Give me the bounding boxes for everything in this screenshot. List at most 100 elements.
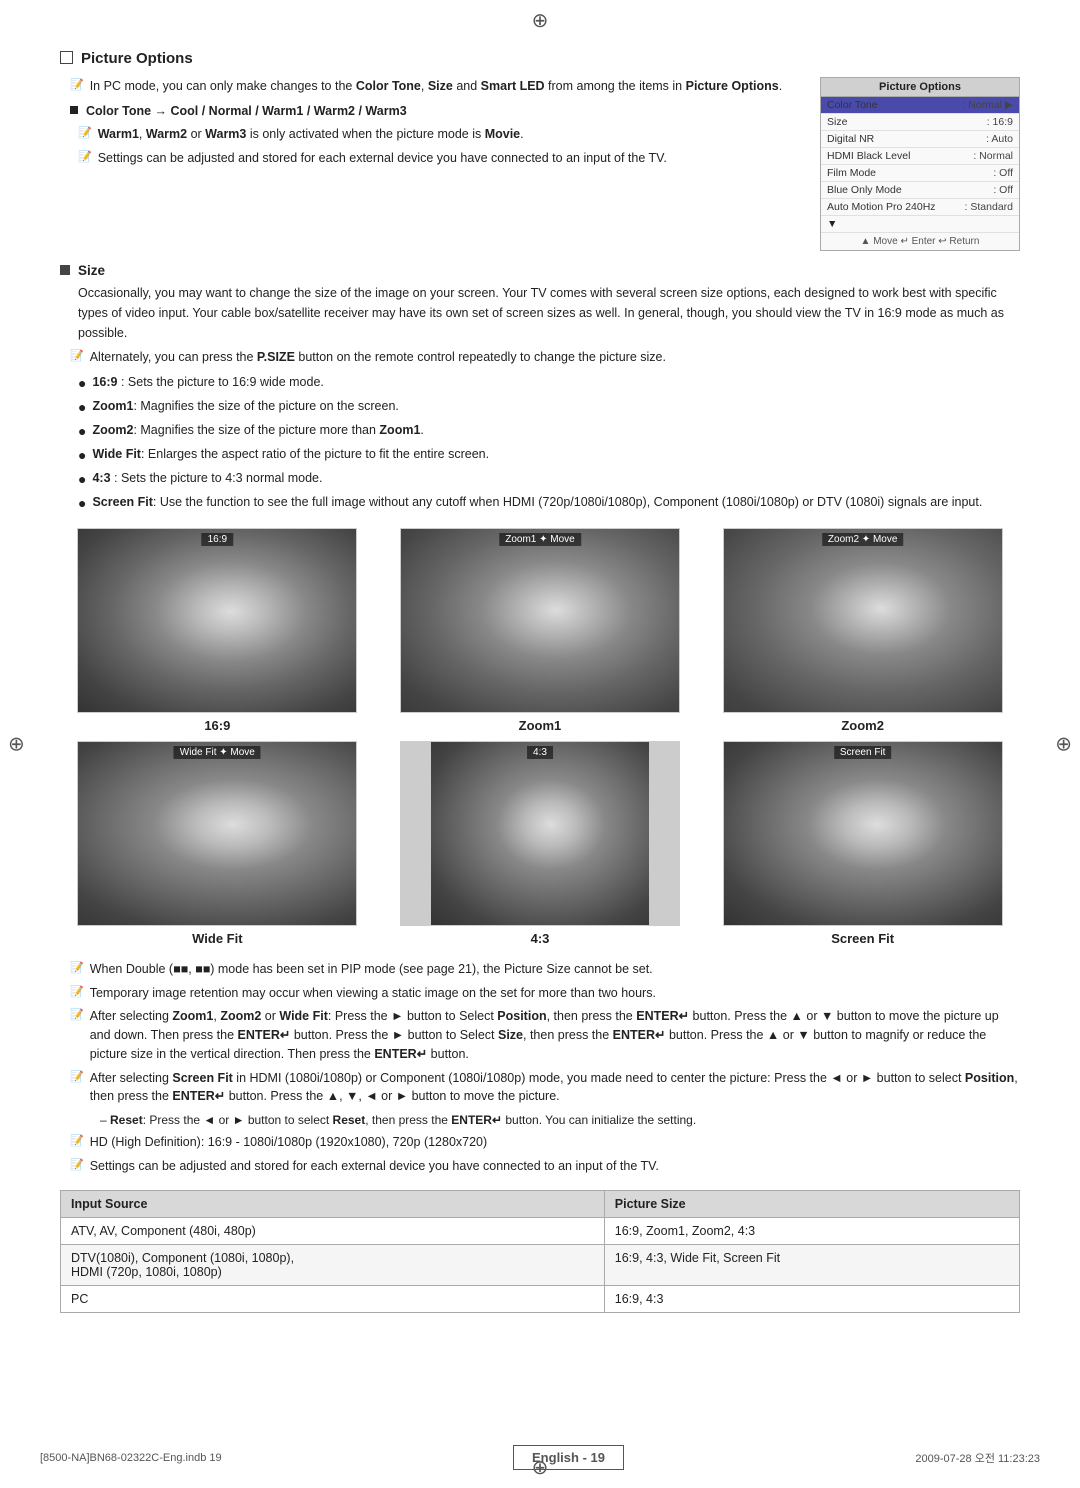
image-cell-43: 4:3 4:3 xyxy=(383,741,698,946)
bullet-text-4: 4:3 : Sets the picture to 4:3 normal mod… xyxy=(92,469,322,488)
image-overlay-screenfit: Screen Fit xyxy=(834,746,892,759)
post-note-icon-1: 📝 xyxy=(70,961,84,974)
image-frame-widefit: Wide Fit ✦ Move xyxy=(77,741,357,926)
note-row-2: 📝 Warm1, Warm2 or Warm3 is only activate… xyxy=(60,125,800,144)
image-overlay-43: 4:3 xyxy=(527,746,553,759)
post-note-3: 📝 After selecting Zoom1, Zoom2 or Wide F… xyxy=(60,1007,1020,1063)
table-row-0: ATV, AV, Component (480i, 480p) 16:9, Zo… xyxy=(61,1217,1020,1244)
options-box-title: Picture Options xyxy=(821,78,1019,97)
options-key-2: Digital NR xyxy=(827,133,874,145)
table-header-size: Picture Size xyxy=(604,1190,1019,1217)
footer-page: English - 19 xyxy=(513,1445,624,1470)
post-note-text-4: After selecting Screen Fit in HDMI (1080… xyxy=(90,1069,1020,1107)
image-overlay-widefit: Wide Fit ✦ Move xyxy=(174,746,261,759)
options-val-2: : Auto xyxy=(986,133,1013,145)
image-cell-169: 16:9 16:9 xyxy=(60,528,375,733)
options-row-auto-motion: Auto Motion Pro 240Hz : Standard xyxy=(821,199,1019,216)
bullet-widefit: ● Wide Fit: Enlarges the aspect ratio of… xyxy=(60,445,1020,466)
bullet-text-2: Zoom2: Magnifies the size of the picture… xyxy=(92,421,423,440)
input-source-table: Input Source Picture Size ATV, AV, Compo… xyxy=(60,1190,1020,1313)
color-tone-heading-text: Color Tone → Cool / Normal / Warm1 / War… xyxy=(86,102,407,121)
note-row-3: 📝 Settings can be adjusted and stored fo… xyxy=(60,149,800,168)
image-grid: 16:9 16:9 Zoom1 ✦ Move Zoom1 Zoom2 ✦ Mov… xyxy=(60,528,1020,946)
bullet-dot-4: ● xyxy=(78,469,86,490)
options-key-1: Size xyxy=(827,116,847,128)
crosshair-bottom-icon: ⊕ xyxy=(532,1455,549,1480)
black-rect-icon xyxy=(60,265,70,275)
bullet-169: ● 16:9 : Sets the picture to 16:9 wide m… xyxy=(60,373,1020,394)
image-cell-screenfit: Screen Fit Screen Fit xyxy=(705,741,1020,946)
note-icon-1: 📝 xyxy=(70,78,84,91)
table-cell-size-0: 16:9, Zoom1, Zoom2, 4:3 xyxy=(604,1217,1019,1244)
image-overlay-169: 16:9 xyxy=(202,533,233,546)
size-para: Occasionally, you may want to change the… xyxy=(60,283,1020,343)
table-cell-source-0: ATV, AV, Component (480i, 480p) xyxy=(61,1217,605,1244)
image-overlay-zoom1: Zoom1 ✦ Move xyxy=(499,533,581,546)
options-row-hdmi-black: HDMI Black Level : Normal xyxy=(821,148,1019,165)
options-row-more: ▼ xyxy=(821,216,1019,233)
note-text-1: In PC mode, you can only make changes to… xyxy=(90,77,782,96)
psize-note-text: Alternately, you can press the P.SIZE bu… xyxy=(90,348,666,367)
options-row-color-tone: Color Tone : Normal ▶ xyxy=(821,97,1019,114)
options-val-1: : 16:9 xyxy=(987,116,1013,128)
image-cell-zoom2: Zoom2 ✦ Move Zoom2 xyxy=(705,528,1020,733)
bullet-dot-0: ● xyxy=(78,373,86,394)
footer-center: English - 19 xyxy=(513,1445,624,1470)
options-val-4: : Off xyxy=(993,167,1013,179)
color-tone-heading-row: Color Tone → Cool / Normal / Warm1 / War… xyxy=(60,102,800,121)
image-caption-widefit: Wide Fit xyxy=(192,931,242,946)
options-row-film-mode: Film Mode : Off xyxy=(821,165,1019,182)
bullet-43: ● 4:3 : Sets the picture to 4:3 normal m… xyxy=(60,469,1020,490)
options-row-blue-only: Blue Only Mode : Off xyxy=(821,182,1019,199)
table-cell-source-1: DTV(1080i), Component (1080i, 1080p),HDM… xyxy=(61,1244,605,1285)
post-note-4: 📝 After selecting Screen Fit in HDMI (10… xyxy=(60,1069,1020,1107)
note-text-2: Warm1, Warm2 or Warm3 is only activated … xyxy=(98,125,524,144)
bullet-zoom1: ● Zoom1: Magnifies the size of the pictu… xyxy=(60,397,1020,418)
table-cell-size-1: 16:9, 4:3, Wide Fit, Screen Fit xyxy=(604,1244,1019,1285)
bullet-text-0: 16:9 : Sets the picture to 16:9 wide mod… xyxy=(92,373,323,392)
image-cell-widefit: Wide Fit ✦ Move Wide Fit xyxy=(60,741,375,946)
note-text-3: Settings can be adjusted and stored for … xyxy=(98,149,667,168)
note-row-1: 📝 In PC mode, you can only make changes … xyxy=(60,77,800,96)
image-caption-169: 16:9 xyxy=(204,718,230,733)
note-icon-2: 📝 xyxy=(78,126,92,139)
post-note-text-6: Settings can be adjusted and stored for … xyxy=(90,1157,659,1176)
image-caption-43: 4:3 xyxy=(531,931,550,946)
black-square-icon xyxy=(70,106,78,114)
post-note-sub: – Reset: Press the ◄ or ► button to sele… xyxy=(60,1111,1020,1129)
table-cell-source-2: PC xyxy=(61,1285,605,1312)
section-title: Picture Options xyxy=(81,50,193,67)
options-key-0: Color Tone xyxy=(827,99,878,111)
bullet-screenfit: ● Screen Fit: Use the function to see th… xyxy=(60,493,1020,514)
options-row-digital-nr: Digital NR : Auto xyxy=(821,131,1019,148)
options-val-0: : Normal ▶ xyxy=(962,99,1013,111)
psize-note-row: 📝 Alternately, you can press the P.SIZE … xyxy=(60,348,1020,367)
post-note-text-5: HD (High Definition): 16:9 - 1080i/1080p… xyxy=(90,1133,487,1152)
bullet-dot-5: ● xyxy=(78,493,86,514)
post-note-text-2: Temporary image retention may occur when… xyxy=(90,984,656,1003)
size-heading-row: Size xyxy=(60,263,1020,278)
options-row-size: Size : 16:9 xyxy=(821,114,1019,131)
options-key-5: Blue Only Mode xyxy=(827,184,902,196)
post-note-text-1: When Double (■■, ■■) mode has been set i… xyxy=(90,960,653,979)
image-frame-screenfit: Screen Fit xyxy=(723,741,1003,926)
options-val-3: : Normal xyxy=(973,150,1013,162)
footer-left: [8500-NA]BN68-02322C-Eng.indb 19 xyxy=(40,1452,222,1464)
post-note-icon-5: 📝 xyxy=(70,1134,84,1147)
bullet-dot-2: ● xyxy=(78,421,86,442)
post-note-icon-6: 📝 xyxy=(70,1158,84,1171)
options-key-3: HDMI Black Level xyxy=(827,150,910,162)
table-header-source: Input Source xyxy=(61,1190,605,1217)
bullet-text-3: Wide Fit: Enlarges the aspect ratio of t… xyxy=(92,445,489,464)
options-key-6: Auto Motion Pro 240Hz xyxy=(827,201,936,213)
note-icon-3: 📝 xyxy=(78,150,92,163)
bullet-text-1: Zoom1: Magnifies the size of the picture… xyxy=(92,397,398,416)
post-note-icon-3: 📝 xyxy=(70,1008,84,1021)
psize-note-icon: 📝 xyxy=(70,349,84,362)
post-note-2: 📝 Temporary image retention may occur wh… xyxy=(60,984,1020,1003)
footer-right: 2009-07-28 오전 11:23:23 xyxy=(915,1450,1040,1466)
picture-options-box: Picture Options Color Tone : Normal ▶ Si… xyxy=(820,77,1020,251)
main-text: 📝 In PC mode, you can only make changes … xyxy=(60,77,800,251)
table-cell-size-2: 16:9, 4:3 xyxy=(604,1285,1019,1312)
options-box: Picture Options Color Tone : Normal ▶ Si… xyxy=(820,77,1020,251)
